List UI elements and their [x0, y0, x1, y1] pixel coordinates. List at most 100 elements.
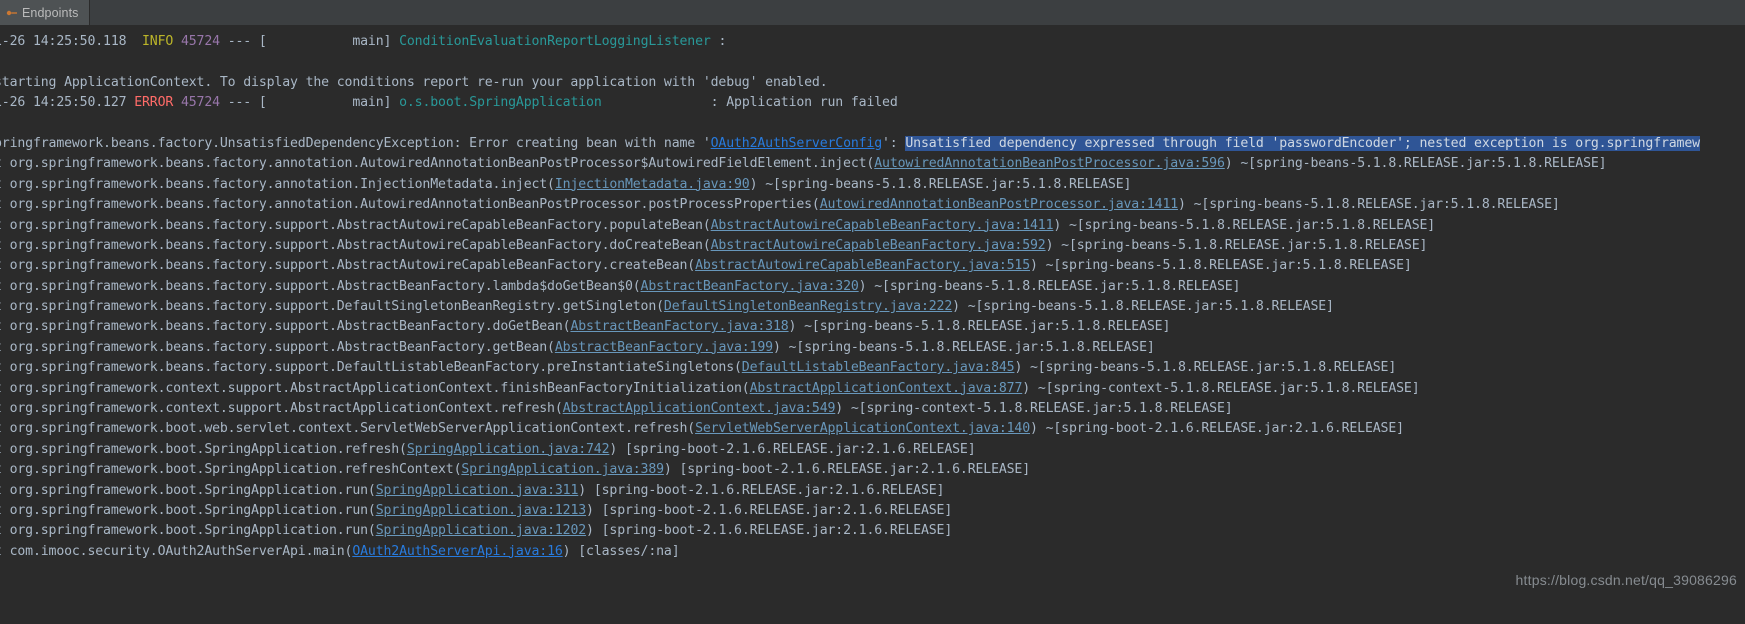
log-text: ) ~[spring-beans-5.1.8.RELEASE.jar:5.1.8…: [749, 176, 1132, 192]
log-text: ) ~[spring-beans-5.1.8.RELEASE.jar:5.1.8…: [1178, 197, 1560, 213]
log-text: t org.springframework.beans.factory.supp…: [0, 319, 571, 335]
log-text: : Application run failed: [601, 95, 898, 111]
source-link[interactable]: OAuth2AuthServerApi.java:16: [352, 544, 562, 559]
log-text: :: [710, 34, 727, 49]
log-text: ) ~[spring-beans-5.1.8.RELEASE.jar:5.1.8…: [952, 299, 1334, 315]
stack-frame-13: t org.springframework.context.support.Ab…: [0, 399, 1745, 419]
tab-endpoints-label: Endpoints: [22, 5, 79, 20]
log-text: ) [classes/:na]: [562, 543, 680, 559]
log-text: ) ~[spring-boot-2.1.6.RELEASE.jar:2.1.6.…: [1030, 421, 1404, 437]
log-text: ) ~[spring-beans-5.1.8.RELEASE.jar:5.1.8…: [1045, 237, 1428, 253]
log-text: ) ~[spring-beans-5.1.8.RELEASE.jar:5.1.8…: [1053, 217, 1436, 233]
stack-frame-17: t org.springframework.boot.SpringApplica…: [0, 481, 1745, 501]
source-link[interactable]: AbstractBeanFactory.java:199: [555, 340, 773, 355]
log-text: ) [spring-boot-2.1.6.RELEASE.jar:2.1.6.R…: [609, 441, 976, 457]
endpoints-icon: [6, 7, 18, 19]
source-link[interactable]: AbstractApplicationContext.java:877: [750, 381, 1023, 396]
source-link[interactable]: DefaultListableBeanFactory.java:845: [742, 360, 1015, 375]
source-link[interactable]: AbstractAutowireCapableBeanFactory.java:…: [711, 238, 1046, 253]
source-link[interactable]: AutowiredAnnotationBeanPostProcessor.jav…: [874, 156, 1225, 171]
source-link[interactable]: InjectionMetadata.java:90: [555, 177, 750, 192]
tab-endpoints[interactable]: Endpoints: [0, 0, 90, 25]
log-text: ) [spring-boot-2.1.6.RELEASE.jar:2.1.6.R…: [663, 462, 1031, 478]
log-text: pringframework.beans.factory.Unsatisfied…: [0, 135, 711, 151]
log-text: o.s.boot.SpringApplication: [399, 95, 602, 111]
log-text: 45724: [180, 95, 220, 111]
source-link[interactable]: ServletWebServerApplicationContext.java:…: [695, 421, 1030, 436]
log-blank-1: [0, 52, 1745, 72]
source-link[interactable]: OAuth2AuthServerConfig: [711, 136, 883, 151]
log-text: starting ApplicationContext. To display …: [0, 74, 828, 90]
log-text: t org.springframework.context.support.Ab…: [0, 401, 563, 417]
stack-frame-7: t org.springframework.beans.factory.supp…: [0, 277, 1745, 297]
console-line-container: 1-26 14:25:50.118 INFO 45724 --- [ main]…: [0, 32, 1745, 562]
stack-frame-16: t org.springframework.boot.SpringApplica…: [0, 460, 1745, 480]
log-text: t org.springframework.boot.SpringApplica…: [0, 502, 376, 518]
log-text: ) [spring-boot-2.1.6.RELEASE.jar:2.1.6.R…: [586, 523, 953, 539]
log-text: t org.springframework.boot.SpringApplica…: [0, 441, 407, 457]
source-link[interactable]: AbstractAutowireCapableBeanFactory.java:…: [711, 218, 1054, 233]
stack-frame-15: t org.springframework.boot.SpringApplica…: [0, 440, 1745, 460]
source-link[interactable]: AbstractApplicationContext.java:549: [563, 401, 836, 416]
stack-frame-2: t org.springframework.beans.factory.anno…: [0, 175, 1745, 195]
source-link[interactable]: AbstractBeanFactory.java:318: [570, 319, 788, 334]
stack-frame-6: t org.springframework.beans.factory.supp…: [0, 256, 1745, 276]
source-link[interactable]: AbstractAutowireCapableBeanFactory.java:…: [695, 258, 1030, 273]
source-link[interactable]: SpringApplication.java:311: [376, 483, 579, 498]
log-text: 1-26 14:25:50.127: [0, 95, 135, 111]
stack-frame-4: t org.springframework.beans.factory.supp…: [0, 216, 1745, 236]
stack-frame-14: t org.springframework.boot.web.servlet.c…: [0, 419, 1745, 439]
log-text: ) ~[spring-beans-5.1.8.RELEASE.jar:5.1.8…: [1030, 258, 1412, 274]
source-link[interactable]: AbstractBeanFactory.java:320: [641, 279, 859, 294]
stack-frame-8: t org.springframework.beans.factory.supp…: [0, 297, 1745, 317]
log-text: t org.springframework.boot.SpringApplica…: [0, 462, 462, 478]
stack-frame-9: t org.springframework.beans.factory.supp…: [0, 317, 1745, 337]
exception-header: pringframework.beans.factory.Unsatisfied…: [0, 134, 1745, 154]
log-text: t com.imooc.security.OAuth2AuthServerApi…: [0, 543, 353, 559]
log-text: ) ~[spring-beans-5.1.8.RELEASE.jar:5.1.8…: [1224, 156, 1607, 172]
tab-strip-empty-area: [89, 0, 1745, 25]
log-text: ConditionEvaluationReportLoggingListener: [399, 34, 711, 49]
stack-frame-1: t org.springframework.beans.factory.anno…: [0, 154, 1745, 174]
stack-frame-3: t org.springframework.beans.factory.anno…: [0, 195, 1745, 215]
stack-frame-19: t org.springframework.boot.SpringApplica…: [0, 521, 1745, 541]
source-link[interactable]: DefaultSingletonBeanRegistry.java:222: [664, 299, 952, 314]
log-text: ERROR: [134, 95, 174, 111]
log-text: t org.springframework.beans.factory.anno…: [0, 176, 555, 192]
watermark-text: https://blog.csdn.net/qq_39086296: [1515, 572, 1737, 588]
source-link[interactable]: AutowiredAnnotationBeanPostProcessor.jav…: [820, 197, 1178, 212]
log-blank-2: [0, 114, 1745, 134]
log-text: ) ~[spring-beans-5.1.8.RELEASE.jar:5.1.8…: [858, 278, 1241, 294]
stack-frame-12: t org.springframework.context.support.Ab…: [0, 379, 1745, 399]
log-text: t org.springframework.beans.factory.supp…: [0, 258, 696, 274]
log-text: ) ~[spring-beans-5.1.8.RELEASE.jar:5.1.8…: [788, 319, 1171, 335]
log-text: INFO: [134, 34, 174, 49]
log-text: t org.springframework.beans.factory.supp…: [0, 299, 664, 315]
source-link[interactable]: SpringApplication.java:742: [407, 442, 610, 457]
log-text: t org.springframework.boot.web.servlet.c…: [0, 421, 696, 437]
log-condition-report-hint: starting ApplicationContext. To display …: [0, 73, 1745, 93]
log-text: t org.springframework.beans.factory.supp…: [0, 217, 711, 233]
log-text: ) ~[spring-context-5.1.8.RELEASE.jar:5.1…: [835, 401, 1233, 417]
log-text: t org.springframework.beans.factory.anno…: [0, 156, 875, 172]
log-text: ) ~[spring-context-5.1.8.RELEASE.jar:5.1…: [1022, 380, 1420, 396]
log-text: 45724: [180, 34, 220, 49]
stack-frame-11: t org.springframework.beans.factory.supp…: [0, 358, 1745, 378]
stack-frame-18: t org.springframework.boot.SpringApplica…: [0, 501, 1745, 521]
log-text: t org.springframework.beans.factory.supp…: [0, 278, 641, 294]
stack-frame-5: t org.springframework.beans.factory.supp…: [0, 236, 1745, 256]
log-text: ) ~[spring-beans-5.1.8.RELEASE.jar:5.1.8…: [772, 339, 1155, 355]
log-text: t org.springframework.beans.factory.supp…: [0, 360, 742, 376]
log-text: t org.springframework.boot.SpringApplica…: [0, 482, 376, 498]
log-text: ) [spring-boot-2.1.6.RELEASE.jar:2.1.6.R…: [586, 502, 953, 518]
log-error-application-run-failed: 1-26 14:25:50.127 ERROR 45724 --- [ main…: [0, 93, 1745, 113]
log-text: Unsatisfied dependency expressed through…: [905, 135, 1700, 151]
source-link[interactable]: SpringApplication.java:1213: [376, 503, 586, 518]
source-link[interactable]: SpringApplication.java:389: [461, 462, 664, 477]
source-link[interactable]: SpringApplication.java:1202: [376, 523, 586, 538]
console-output-panel[interactable]: 1-26 14:25:50.118 INFO 45724 --- [ main]…: [0, 26, 1745, 624]
